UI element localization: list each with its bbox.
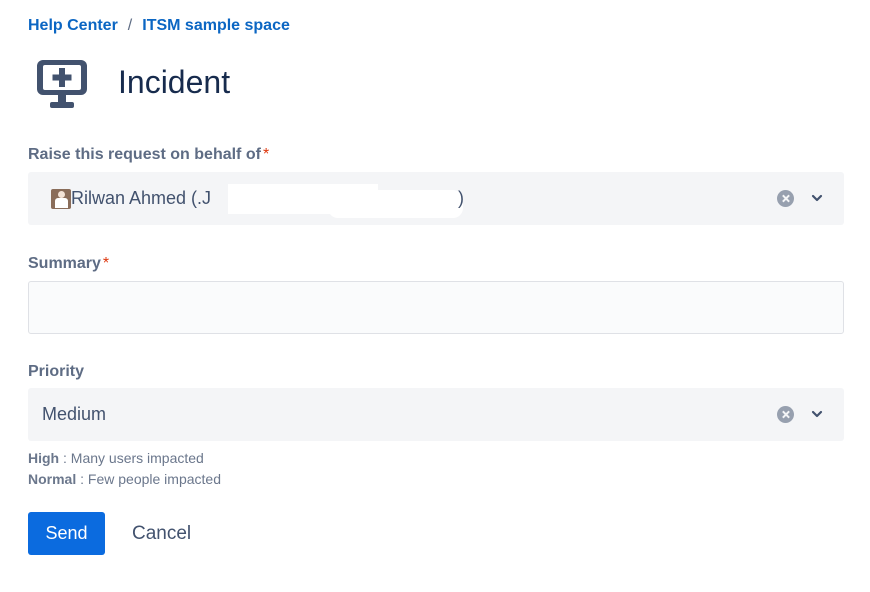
priority-select[interactable]: Medium	[28, 388, 844, 441]
redacted-area-2	[328, 190, 463, 218]
monitor-plus-icon	[34, 57, 90, 111]
priority-help-normal-text: : Few people impacted	[76, 471, 221, 487]
required-marker: *	[262, 146, 270, 163]
cancel-button[interactable]: Cancel	[132, 512, 191, 555]
priority-label: Priority	[28, 363, 85, 380]
breadcrumb-itsm-sample-space[interactable]: ITSM sample space	[142, 17, 290, 35]
chevron-down-icon[interactable]	[810, 407, 824, 421]
priority-help-high: High : Many users impacted	[28, 450, 204, 466]
on-behalf-value: Rilwan Ahmed (.J	[39, 172, 211, 225]
chevron-down-icon[interactable]	[810, 191, 824, 205]
priority-value: Medium	[42, 404, 107, 424]
summary-label-text: Summary	[28, 255, 101, 272]
on-behalf-label-text: Raise this request on behalf of	[28, 146, 261, 163]
priority-help-normal-label: Normal	[28, 471, 77, 487]
priority-help-normal: Normal : Few people impacted	[28, 471, 221, 487]
breadcrumb: Help Center / ITSM sample space	[28, 17, 290, 35]
page-title: Incident	[118, 64, 231, 100]
breadcrumb-help-center[interactable]: Help Center	[28, 17, 118, 35]
breadcrumb-separator: /	[127, 17, 133, 34]
on-behalf-user-name: Rilwan Ahmed (.J	[71, 188, 212, 208]
priority-help-high-text: : Many users impacted	[59, 450, 204, 466]
summary-label: Summary *	[28, 255, 109, 273]
on-behalf-value-end: )	[458, 188, 464, 208]
summary-input[interactable]	[28, 281, 844, 334]
clear-icon[interactable]	[777, 190, 794, 207]
required-marker: *	[102, 255, 110, 272]
clear-icon[interactable]	[777, 406, 794, 423]
on-behalf-label: Raise this request on behalf of *	[28, 146, 269, 164]
avatar	[51, 188, 71, 209]
send-button[interactable]: Send	[28, 512, 105, 555]
priority-help-high-label: High	[28, 450, 60, 466]
on-behalf-select[interactable]: Rilwan Ahmed (.J )	[28, 172, 844, 225]
